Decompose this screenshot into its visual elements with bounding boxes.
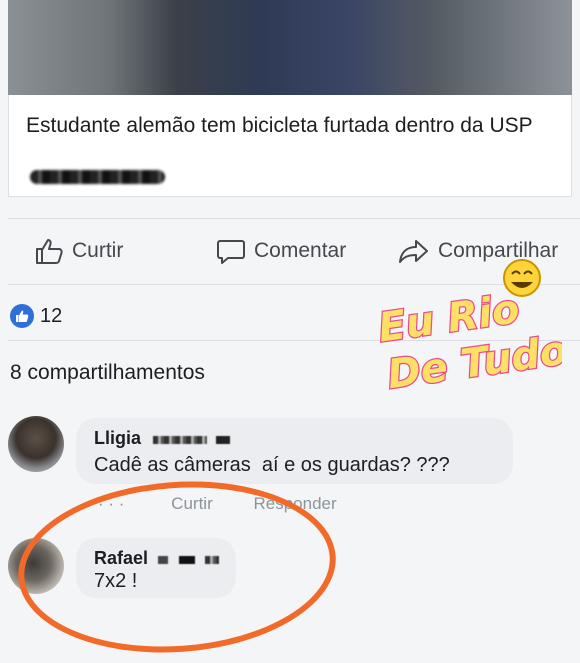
thumbs-up-icon [36,239,63,264]
link-domain-blurred [30,170,165,184]
comment-bubble-1: Lligia Cadê as câmeras aí e os guardas? … [76,418,513,484]
like-reaction-icon [10,304,34,328]
like-label: Curtir [72,239,124,262]
comment-icon [217,240,245,264]
comment-author-1[interactable]: Lligia [94,428,141,448]
divider-top [8,218,580,219]
like-button[interactable]: Curtir [34,236,123,266]
reaction-summary[interactable]: 12 [10,304,62,328]
comment-button[interactable]: Comentar [216,236,346,266]
link-title[interactable]: Estudante alemão tem bicicleta furtada d… [26,112,546,140]
share-count[interactable]: 8 compartilhamentos [10,361,205,385]
redacted-surname-1b [215,435,230,444]
reaction-count: 12 [40,304,63,327]
redacted-surname-1 [153,435,208,444]
comment-text-1: Cadê as câmeras aí e os guardas? ??? [94,454,450,476]
eu-rio-de-tudo-watermark: Eu Rio De Tudo [374,259,562,398]
comment-label: Comentar [254,239,347,262]
avatar-commenter-1[interactable] [8,416,64,472]
post-image[interactable] [8,0,572,95]
